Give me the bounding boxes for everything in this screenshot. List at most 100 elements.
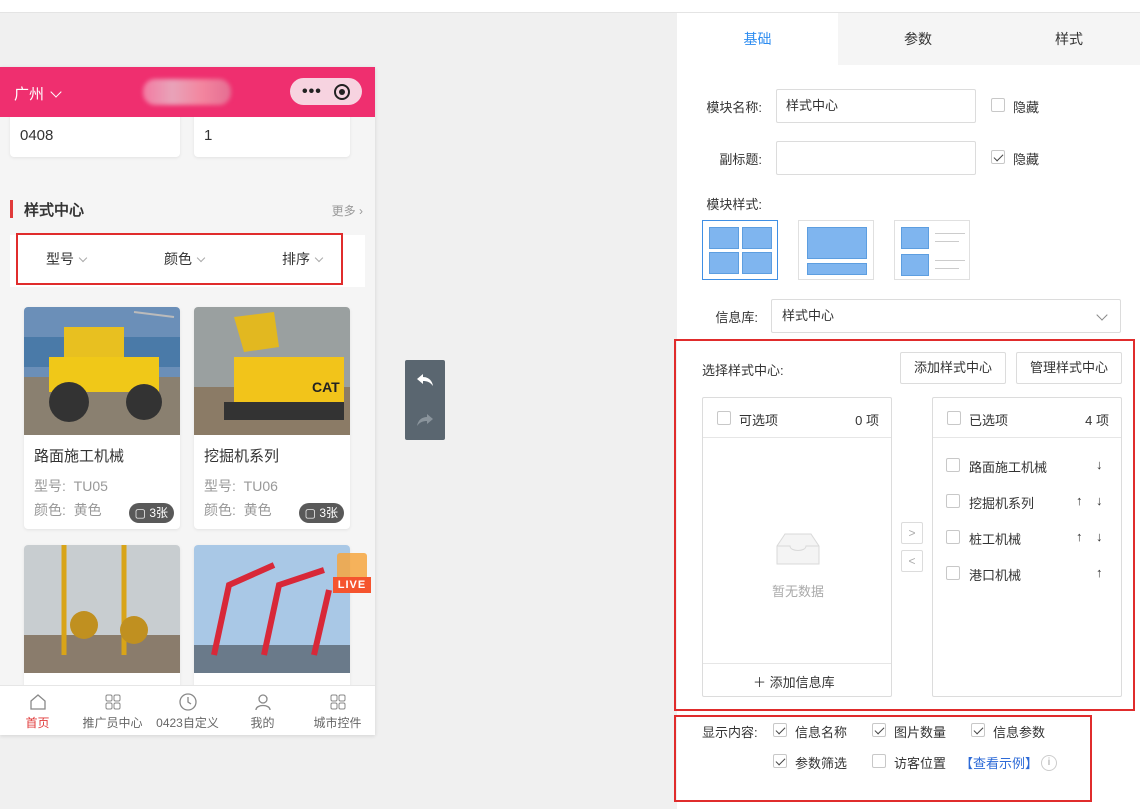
tab-custom[interactable]: 0423自定义: [150, 686, 225, 735]
product-model: 型号: TU05: [34, 478, 108, 494]
tab-params[interactable]: 参数: [838, 13, 998, 65]
arrow-down-icon[interactable]: ↓: [1096, 457, 1103, 472]
arrow-up-icon[interactable]: ↑: [1076, 529, 1083, 544]
miniapp-capsule: •••: [290, 78, 362, 105]
clock-icon: [178, 693, 197, 711]
tab-city[interactable]: 城市控件: [300, 686, 375, 735]
subtitle-input[interactable]: [776, 141, 976, 175]
bottom-tabbar: 首页 推广员中心 0423自定义 我的 城市控件: [0, 685, 375, 735]
info-lib-select[interactable]: 样式中心: [771, 299, 1121, 333]
redo-icon: [417, 414, 433, 426]
list-item[interactable]: 港口机械: [969, 565, 1021, 584]
item-checkbox[interactable]: [946, 494, 960, 508]
hide-module-checkbox[interactable]: [991, 98, 1005, 112]
list-item[interactable]: 桩工机械: [969, 529, 1021, 548]
product-model: 型号: TU06: [204, 478, 278, 494]
style-option-large[interactable]: [798, 220, 874, 280]
product-image: [194, 545, 350, 673]
image-count-badge: ▢ 3张: [298, 503, 344, 523]
blurred-title: [143, 79, 231, 105]
arrow-down-icon[interactable]: ↓: [1096, 529, 1103, 544]
display-name-checkbox[interactable]: [773, 723, 787, 737]
hide-subtitle-checkbox[interactable]: [991, 150, 1005, 164]
product-image: [24, 307, 180, 435]
info-lib-label: 信息库:: [715, 310, 758, 325]
view-example-link[interactable]: 【查看示例】: [960, 753, 1038, 772]
display-visitor-location-checkbox[interactable]: [872, 754, 886, 768]
tab-mine[interactable]: 我的: [225, 686, 300, 735]
display-params-checkbox[interactable]: [971, 723, 985, 737]
plus-icon: ＋: [753, 675, 767, 690]
grid-icon: [105, 694, 120, 710]
list-item[interactable]: 挖掘机系列: [969, 493, 1034, 512]
product-color: 颜色: 黄色: [34, 502, 102, 518]
phone-preview: 广州 ••• 0408 1 样式中心 更多 › 型号 颜色 排序 ▢ 3张 路面…: [0, 67, 375, 735]
phone-header: 广州 •••: [0, 67, 375, 117]
more-link[interactable]: 更多 ›: [332, 202, 363, 219]
section-header: 样式中心 更多 ›: [10, 192, 365, 222]
list-item[interactable]: 路面施工机械: [969, 457, 1047, 476]
hide-label: 隐藏: [1013, 100, 1040, 115]
image-count-badge: ▢ 3张: [128, 503, 174, 523]
city-selector[interactable]: 广州: [14, 83, 62, 104]
available-list-header: 可选项 0 项: [703, 398, 891, 438]
undo-button[interactable]: [405, 360, 445, 400]
manage-style-center-button[interactable]: 管理样式中心: [1016, 352, 1122, 384]
style-option-list[interactable]: [894, 220, 970, 280]
tab-home[interactable]: 首页: [0, 686, 75, 735]
top-bar: [0, 0, 1140, 13]
arrow-down-icon[interactable]: ↓: [1096, 493, 1103, 508]
section-title: 样式中心: [24, 202, 85, 219]
target-icon[interactable]: [333, 83, 350, 100]
available-list: 可选项 0 项 暂无数据 ＋ 添加信息库: [702, 397, 892, 697]
add-style-center-button[interactable]: 添加样式中心: [900, 352, 1006, 384]
tab-style[interactable]: 样式: [998, 13, 1140, 65]
item-checkbox[interactable]: [946, 566, 960, 580]
selected-list: 已选项 4 项 路面施工机械 ↓ 挖掘机系列 ↑ ↓ 桩工机械 ↑ ↓ 港口机械…: [932, 397, 1122, 697]
module-name-input[interactable]: 样式中心: [776, 89, 976, 123]
display-param-filter-checkbox[interactable]: [773, 754, 787, 768]
module-style-label: 模块样式:: [706, 197, 762, 212]
svg-text:CAT: CAT: [312, 379, 340, 395]
tab-basic[interactable]: 基础: [677, 13, 838, 65]
more-icon[interactable]: •••: [302, 83, 322, 101]
product-card[interactable]: ▢ 3张 路面施工机械 型号: TU05 颜色: 黄色: [24, 307, 180, 529]
product-name: 挖掘机系列: [204, 448, 280, 465]
product-image: CAT: [194, 307, 350, 435]
home-icon: [29, 694, 46, 710]
add-info-lib-button[interactable]: ＋ 添加信息库: [753, 672, 835, 691]
redo-button[interactable]: [405, 400, 445, 440]
subtitle-hide-label: 隐藏: [1013, 152, 1040, 167]
move-right-button[interactable]: >: [901, 522, 923, 544]
product-card[interactable]: CAT ▢ 3张 挖掘机系列 型号: TU06 颜色: 黄色: [194, 307, 350, 529]
chevron-left-icon: <: [908, 554, 916, 568]
product-image: [24, 545, 180, 673]
undo-icon: [417, 374, 433, 386]
tab-promoter[interactable]: 推广员中心: [75, 686, 150, 735]
live-icon: [337, 553, 367, 577]
empty-inbox-icon: [776, 533, 820, 565]
select-all-selected-checkbox[interactable]: [947, 411, 961, 425]
select-all-available-checkbox[interactable]: [717, 411, 731, 425]
selected-list-header: 已选项 4 项: [933, 398, 1121, 438]
display-content-label: 显示内容:: [702, 725, 758, 740]
arrow-up-icon[interactable]: ↑: [1076, 493, 1083, 508]
chevron-down-icon: [1096, 309, 1108, 321]
live-badge[interactable]: LIVE: [333, 553, 371, 593]
item-checkbox[interactable]: [946, 530, 960, 544]
arrow-up-icon[interactable]: ↑: [1096, 565, 1103, 580]
product-name: 路面施工机械: [34, 448, 125, 465]
subtitle-label: 副标题:: [719, 152, 762, 167]
user-icon: [254, 694, 271, 711]
select-style-center-label: 选择样式中心:: [702, 363, 784, 378]
chevron-right-icon: >: [908, 526, 916, 540]
grid-icon: [330, 694, 345, 710]
chevron-down-icon: [50, 86, 62, 98]
info-icon[interactable]: i: [1041, 755, 1057, 771]
undo-redo-toolbar: [405, 360, 445, 440]
city-label: 广州: [14, 86, 45, 103]
item-checkbox[interactable]: [946, 458, 960, 472]
move-left-button[interactable]: <: [901, 550, 923, 572]
display-image-count-checkbox[interactable]: [872, 723, 886, 737]
style-option-grid[interactable]: [702, 220, 778, 280]
